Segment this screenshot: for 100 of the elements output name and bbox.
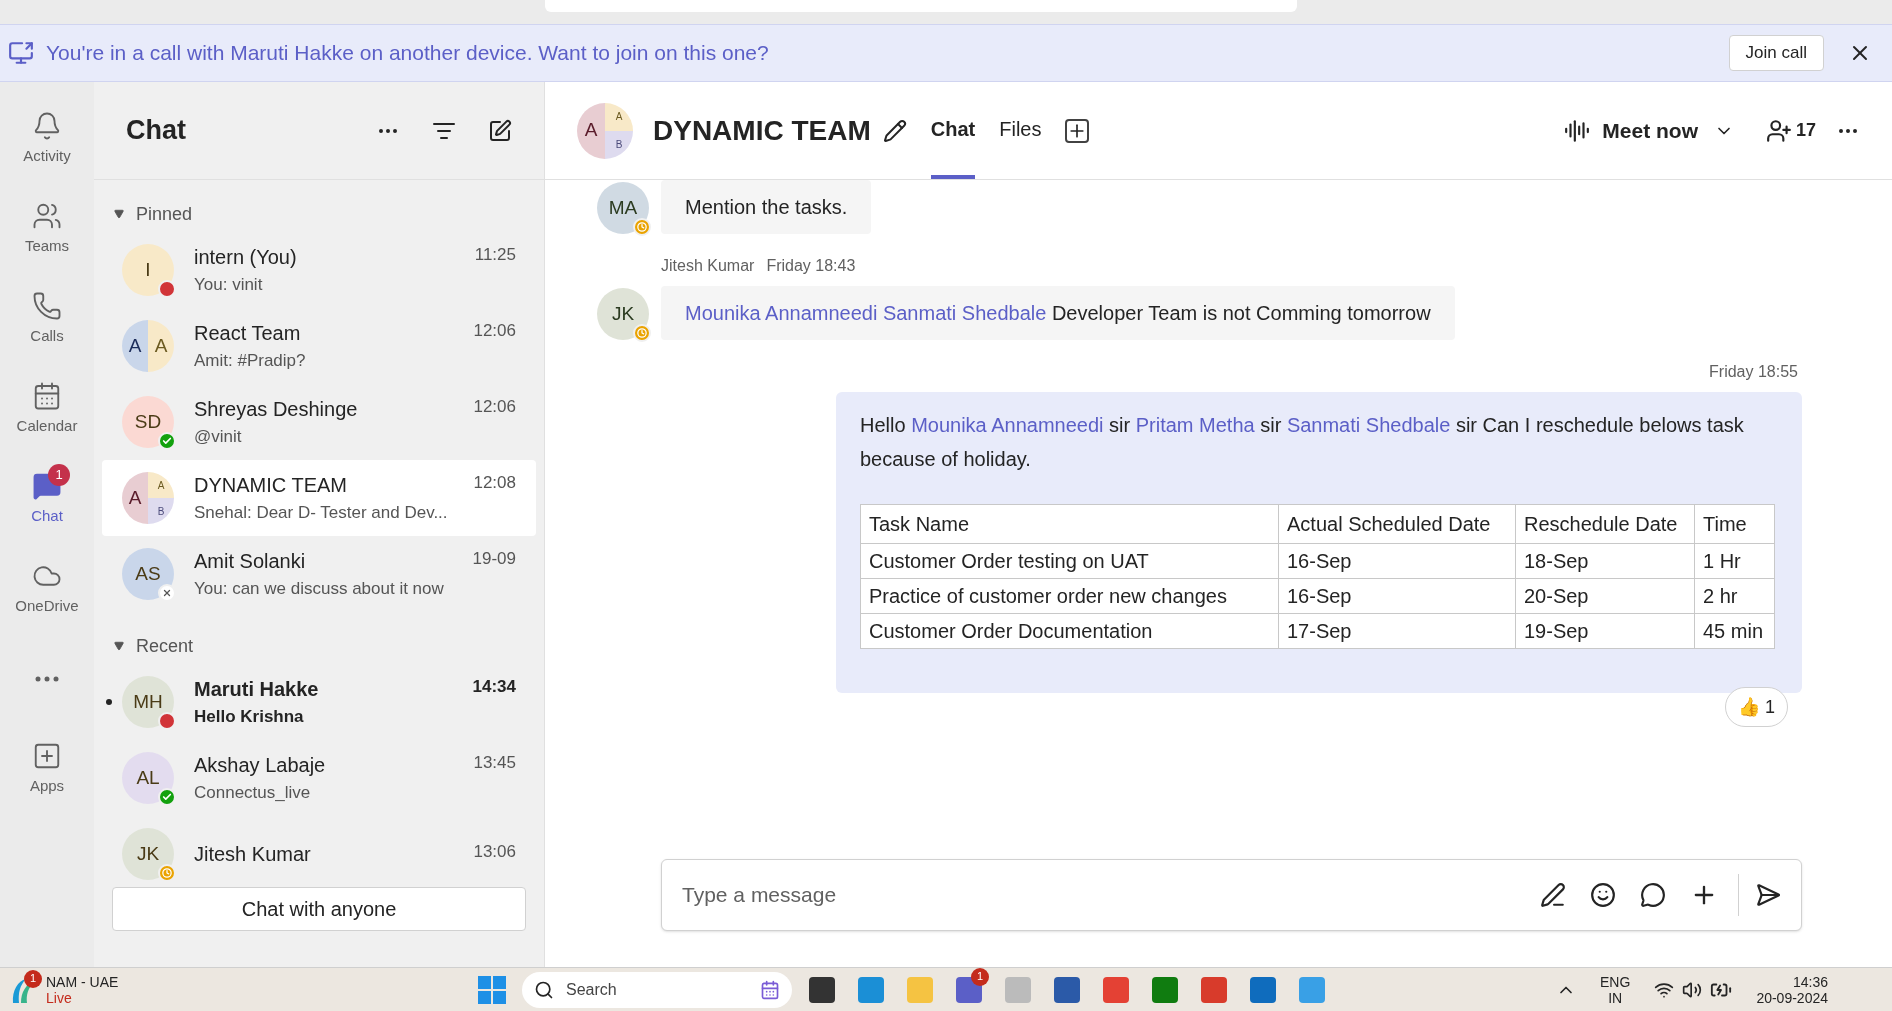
message-text: Mounika Annamneedi Sanmati Shedbale Developer Team is not Comming tomorrow: [661, 286, 1455, 340]
avatar-segment: A: [122, 320, 148, 372]
message-time: Friday 18:43: [766, 256, 856, 276]
avatar-segment: A: [605, 102, 633, 131]
rail-item[interactable]: Chat 1: [4, 454, 90, 544]
edit-icon[interactable]: [882, 118, 907, 143]
table-cell: 17-Sep: [1278, 613, 1516, 649]
join-call-button[interactable]: Join call: [1728, 35, 1824, 71]
participants-icon[interactable]: [1765, 117, 1792, 144]
chat-time: 13:45: [473, 752, 516, 775]
table-cell: 20-Sep: [1515, 578, 1695, 614]
bell-icon: [32, 110, 62, 141]
clock-time: 14:36: [1792, 973, 1828, 990]
header-tab[interactable]: Files: [999, 82, 1042, 179]
windows-start-icon[interactable]: [478, 975, 506, 1004]
clock-date: 20-09-2024: [1756, 989, 1828, 1006]
avatar-segment: A: [577, 102, 605, 159]
widget-title: NAM - UAE: [46, 973, 119, 990]
table-cell: 16-Sep: [1278, 543, 1516, 579]
compose-field[interactable]: Type a message: [682, 879, 1524, 911]
chat-item[interactable]: MH Maruti Hakke 14:34 Hello Krishna: [102, 664, 536, 740]
chat-time: 12:08: [473, 472, 516, 495]
rail-item[interactable]: Apps: [4, 724, 90, 814]
message-input[interactable]: Type a message: [661, 859, 1802, 931]
chat-name: intern (You): [194, 245, 297, 271]
chat-preview: Hello Krishna: [194, 706, 305, 729]
notification-badge: 1: [971, 967, 989, 986]
meet-icon[interactable]: [1564, 117, 1591, 144]
chat-item[interactable]: SD Shreyas Deshinge 12:06 @vinit: [102, 384, 536, 460]
message-text: Hello Mounika Annamneedi sir Pritam Metha sir Sanmati Shedbale sir Can I reschedule belows task because of holiday.: [860, 413, 1745, 472]
table-cell: 45 min: [1694, 613, 1775, 649]
message-author: Jitesh Kumar: [661, 256, 755, 276]
rail-item[interactable]: Calendar: [4, 364, 90, 454]
chat-preview: You: vinit: [194, 274, 264, 297]
call-banner-text: You're in a call with Maruti Hakke on another device. Want to join on this one?: [46, 40, 770, 67]
volume-icon[interactable]: [1682, 979, 1703, 1000]
chat-item[interactable]: AL Akshay Labaje 13:45 Connectus_live: [102, 740, 536, 816]
chat-title: Chat: [126, 114, 187, 148]
chat-item[interactable]: AS Amit Solanki 19-09 You: can we discuss about it now: [102, 536, 536, 612]
rail-item[interactable]: Teams: [4, 184, 90, 274]
section-label: Recent: [136, 634, 194, 658]
chat-item[interactable]: A A React Team 12:06 Amit: #Pradip?: [102, 308, 536, 384]
more-icon: [35, 676, 59, 682]
avatar-segment: I: [122, 244, 174, 296]
phone-icon: [32, 290, 62, 321]
chat-item[interactable]: I intern (You) 11:25 You: vinit: [102, 232, 536, 308]
avatar-segment: A: [122, 472, 148, 524]
rail-item[interactable]: Activity: [4, 94, 90, 184]
table-cell: 1 Hr: [1694, 543, 1775, 579]
add-tab-icon[interactable]: [1065, 118, 1090, 143]
table-cell: Customer Order testing on UAT: [860, 543, 1279, 579]
calendar-icon: [32, 380, 62, 411]
chat-time: 14:34: [472, 676, 516, 699]
avatar-segment: MH: [122, 676, 174, 728]
chat-with-anyone-button[interactable]: Chat with anyone: [112, 887, 526, 931]
message-time: Friday 18:55: [1709, 362, 1798, 382]
reaction-chip[interactable]: 👍 1: [1724, 687, 1788, 727]
chat-time: 12:06: [473, 320, 516, 343]
conversation-title: DYNAMIC TEAM: [653, 113, 871, 148]
sender-avatar: JK: [597, 288, 649, 340]
region-indicator: IN: [1608, 989, 1623, 1006]
table-header: Reschedule Date: [1515, 504, 1695, 544]
chat-item[interactable]: JK Jitesh Kumar 13:06: [102, 816, 536, 887]
avatar-segment: A: [148, 472, 174, 498]
new-chat-icon[interactable]: [488, 118, 512, 143]
caret-icon[interactable]: [114, 641, 124, 651]
rail-item[interactable]: OneDrive: [4, 544, 90, 634]
chat-time: 19-09: [472, 548, 516, 571]
meet-now-button[interactable]: Meet now: [1602, 114, 1698, 147]
chat-time: 13:06: [473, 841, 516, 863]
avatar-segment: B: [605, 130, 633, 159]
format-icon[interactable]: [1540, 882, 1566, 908]
send-icon[interactable]: [1755, 882, 1781, 908]
avatar-segment: JK: [122, 828, 174, 880]
table-header: Task Name: [860, 504, 1279, 544]
chat-name: Shreyas Deshinge: [194, 397, 358, 423]
caret-icon[interactable]: [114, 209, 124, 219]
table-cell: 16-Sep: [1278, 578, 1516, 614]
taskbar-search[interactable]: Search: [522, 971, 792, 1008]
chat-item[interactable]: A A B DYNAMIC TEAM 12:08 Snehal: Dear D- Tester and Dev...: [102, 460, 536, 536]
chat-name: DYNAMIC TEAM: [194, 473, 347, 499]
table-cell: 19-Sep: [1515, 613, 1695, 649]
calendar-icon: [760, 979, 780, 1000]
table-cell: 2 hr: [1694, 578, 1775, 614]
chat-name: Jitesh Kumar: [194, 842, 311, 867]
table-header: Actual Scheduled Date: [1278, 504, 1516, 544]
chat-name: Amit Solanki: [194, 549, 306, 575]
avatar-segment: SD: [122, 396, 174, 448]
chat-preview: Connectus_live: [194, 782, 312, 805]
notification-badge: 1: [48, 464, 70, 486]
widget-subtitle: Live: [46, 989, 73, 1006]
sticker-icon[interactable]: [1640, 882, 1666, 908]
table-header: Time: [1694, 504, 1775, 544]
emoji-icon[interactable]: [1590, 882, 1616, 908]
header-tab[interactable]: Chat: [930, 82, 976, 179]
search-icon: [534, 979, 554, 1000]
participant-count: 17: [1795, 119, 1816, 142]
section-label: Pinned: [136, 202, 193, 226]
sender-avatar: MA: [597, 182, 649, 234]
rail-item[interactable]: Calls: [4, 274, 90, 364]
